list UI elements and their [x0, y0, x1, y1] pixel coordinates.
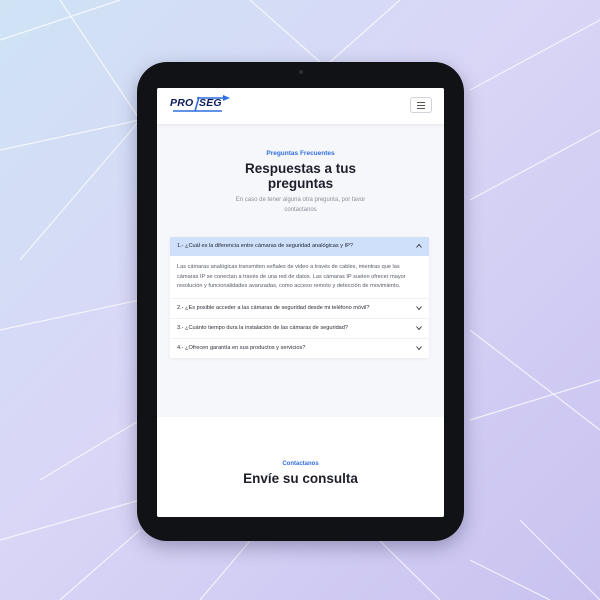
logo-text-pro: PRO: [170, 97, 194, 109]
faq-subtitle-link[interactable]: contactanos: [197, 205, 404, 215]
contact-section: Contactanos Envíe su consulta: [157, 417, 444, 517]
tablet-device: PRO SEG Preguntas Frecuentes Respuestas …: [137, 62, 464, 541]
proseg-logo[interactable]: PRO SEG: [170, 95, 232, 113]
contact-eyebrow: Contactanos: [282, 461, 319, 467]
faq-question-1[interactable]: 1.- ¿Cuál es la diferencia entre cámaras…: [170, 237, 429, 256]
logo-text-seg: SEG: [199, 97, 222, 109]
faq-subtitle: En caso de tener alguna otra pregunta, p…: [197, 195, 404, 215]
hamburger-icon: [417, 102, 425, 103]
faq-eyebrow: Preguntas Frecuentes: [266, 150, 335, 157]
site-header: PRO SEG: [157, 88, 444, 124]
chevron-down-icon: [416, 325, 422, 331]
faq-title-line1: Respuestas a tus: [244, 161, 357, 176]
faq-question-label: 1.- ¿Cuál es la diferencia entre cámaras…: [177, 243, 353, 249]
menu-button[interactable]: [410, 97, 432, 113]
faq-title: Respuestas a tus preguntas: [157, 161, 444, 191]
faq-subtitle-line1: En caso de tener alguna otra pregunta, p…: [235, 197, 366, 203]
web-page: PRO SEG Preguntas Frecuentes Respuestas …: [157, 88, 444, 517]
faq-accordion: 1.- ¿Cuál es la diferencia entre cámaras…: [170, 237, 429, 358]
contact-title: Envíe su consulta: [243, 471, 358, 486]
faq-question-3[interactable]: 3.- ¿Cuánto tiempo dura la instalación d…: [170, 317, 429, 338]
faq-question-label: 2.- ¿Es posible acceder a las cámaras de…: [177, 304, 370, 311]
faq-answer-1: Las cámaras analógicas transmiten señale…: [177, 264, 406, 290]
tablet-camera: [299, 70, 303, 74]
faq-question-4[interactable]: 4.- ¿Ofrecen garantía en sus productos y…: [170, 337, 429, 358]
faq-question-2[interactable]: 2.- ¿Es posible acceder a las cámaras de…: [170, 297, 429, 318]
faq-question-label: 3.- ¿Cuánto tiempo dura la instalación d…: [177, 324, 349, 331]
faq-question-label: 4.- ¿Ofrecen garantía en sus productos y…: [177, 344, 306, 351]
chevron-up-icon: [416, 243, 422, 249]
faq-title-line2: preguntas: [267, 176, 334, 191]
chevron-down-icon: [416, 305, 422, 311]
chevron-down-icon: [416, 345, 422, 351]
